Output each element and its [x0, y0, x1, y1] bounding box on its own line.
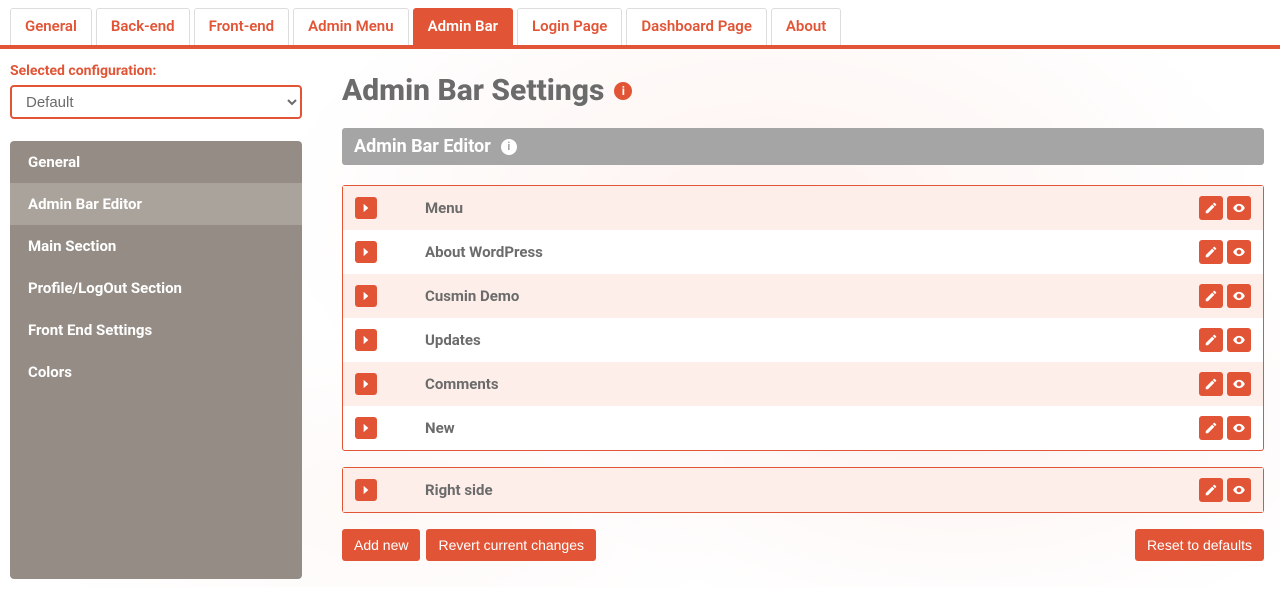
- editor-row: Menu: [343, 186, 1263, 230]
- chevron-right-icon[interactable]: [355, 285, 377, 307]
- sidebar: General Admin Bar Editor Main Section Pr…: [10, 141, 302, 579]
- editor-group-main: Menu About WordPress Cusmin Demo: [342, 185, 1264, 451]
- tab-dashboard-page[interactable]: Dashboard Page: [626, 8, 767, 45]
- editor-row: Right side: [343, 468, 1263, 512]
- eye-icon[interactable]: [1227, 240, 1251, 264]
- eye-icon[interactable]: [1227, 416, 1251, 440]
- tab-admin-bar[interactable]: Admin Bar: [413, 8, 513, 45]
- edit-icon[interactable]: [1199, 240, 1223, 264]
- row-label: Menu: [425, 199, 1151, 217]
- row-label: Right side: [425, 481, 1151, 499]
- row-label: Cusmin Demo: [425, 287, 1151, 305]
- tab-back-end[interactable]: Back-end: [96, 8, 190, 45]
- info-icon[interactable]: i: [501, 139, 517, 155]
- tab-admin-menu[interactable]: Admin Menu: [293, 8, 408, 45]
- info-icon[interactable]: i: [614, 82, 632, 100]
- edit-icon[interactable]: [1199, 196, 1223, 220]
- sidebar-item-admin-bar-editor[interactable]: Admin Bar Editor: [10, 183, 302, 225]
- eye-icon[interactable]: [1227, 372, 1251, 396]
- page-title: Admin Bar Settings: [342, 73, 604, 108]
- sidebar-item-main-section[interactable]: Main Section: [10, 225, 302, 267]
- tab-front-end[interactable]: Front-end: [194, 8, 290, 45]
- editor-group-right: Right side: [342, 467, 1264, 513]
- chevron-right-icon[interactable]: [355, 479, 377, 501]
- chevron-right-icon[interactable]: [355, 417, 377, 439]
- edit-icon[interactable]: [1199, 478, 1223, 502]
- edit-icon[interactable]: [1199, 284, 1223, 308]
- tab-about[interactable]: About: [771, 8, 841, 45]
- section-header: Admin Bar Editor i: [342, 128, 1264, 165]
- edit-icon[interactable]: [1199, 328, 1223, 352]
- chevron-right-icon[interactable]: [355, 197, 377, 219]
- bottom-bar: Add new Revert current changes Reset to …: [342, 529, 1264, 561]
- editor-row: Updates: [343, 318, 1263, 362]
- row-label: New: [425, 419, 1151, 437]
- selected-config-label: Selected configuration:: [10, 63, 310, 79]
- sidebar-item-profile-logout[interactable]: Profile/LogOut Section: [10, 267, 302, 309]
- revert-button[interactable]: Revert current changes: [426, 529, 596, 561]
- sidebar-item-front-end-settings[interactable]: Front End Settings: [10, 309, 302, 351]
- editor-row: New: [343, 406, 1263, 450]
- eye-icon[interactable]: [1227, 284, 1251, 308]
- tab-login-page[interactable]: Login Page: [517, 8, 622, 45]
- eye-icon[interactable]: [1227, 328, 1251, 352]
- row-label: Comments: [425, 375, 1151, 393]
- chevron-right-icon[interactable]: [355, 329, 377, 351]
- chevron-right-icon[interactable]: [355, 241, 377, 263]
- selected-config-select[interactable]: Default: [10, 85, 302, 119]
- add-new-button[interactable]: Add new: [342, 529, 420, 561]
- edit-icon[interactable]: [1199, 372, 1223, 396]
- editor-row: Comments: [343, 362, 1263, 406]
- eye-icon[interactable]: [1227, 196, 1251, 220]
- eye-icon[interactable]: [1227, 478, 1251, 502]
- reset-defaults-button[interactable]: Reset to defaults: [1135, 529, 1264, 561]
- top-tabs: General Back-end Front-end Admin Menu Ad…: [0, 0, 1280, 49]
- editor-row: Cusmin Demo: [343, 274, 1263, 318]
- sidebar-item-general[interactable]: General: [10, 141, 302, 183]
- tab-general[interactable]: General: [10, 8, 92, 45]
- edit-icon[interactable]: [1199, 416, 1223, 440]
- editor-row: About WordPress: [343, 230, 1263, 274]
- chevron-right-icon[interactable]: [355, 373, 377, 395]
- row-label: Updates: [425, 331, 1151, 349]
- row-label: About WordPress: [425, 243, 1151, 261]
- section-title: Admin Bar Editor: [354, 136, 491, 157]
- sidebar-item-colors[interactable]: Colors: [10, 351, 302, 393]
